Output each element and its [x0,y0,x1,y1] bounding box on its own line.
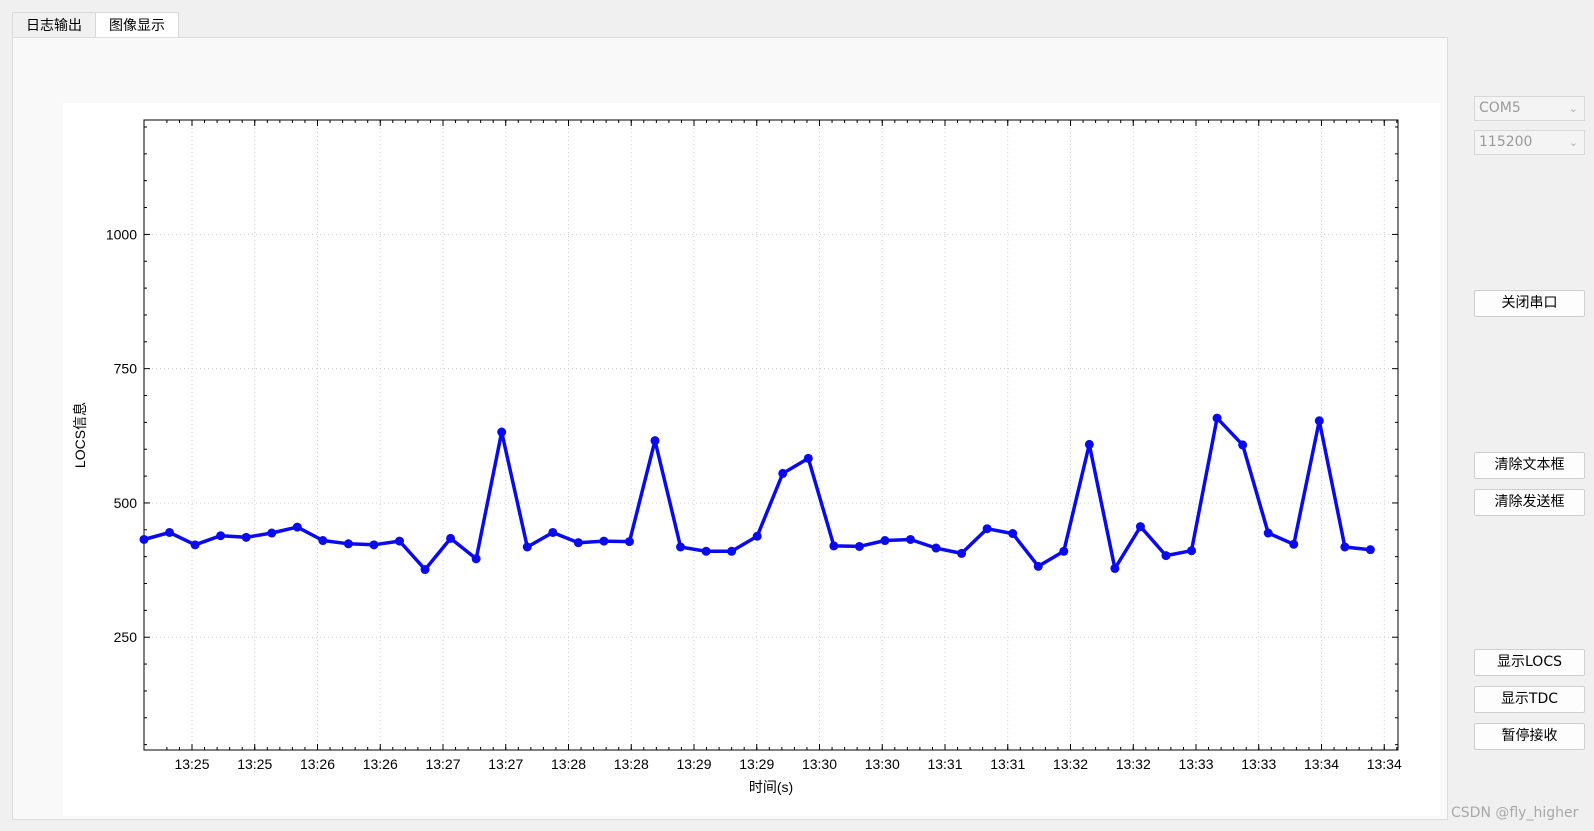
data-point [369,540,379,550]
plot-frame [143,119,1399,751]
x-tick-label: 13:31 [990,756,1025,772]
data-point [318,536,328,546]
data-point [1340,542,1350,552]
data-point [573,538,583,548]
data-point [727,546,737,556]
data-point [292,522,302,532]
clear-text-button[interactable]: 清除文本框 [1474,452,1585,479]
y-tick-label: 250 [114,629,138,645]
tick-layer [144,120,1398,750]
port-select[interactable]: COM5 ⌄ [1474,96,1585,121]
data-point [395,536,404,546]
data-point [1212,413,1222,423]
data-point [957,548,967,558]
data-point [1365,545,1375,555]
data-point [1110,563,1120,573]
x-tick-label: 13:28 [551,756,586,772]
x-tick-label: 13:30 [802,756,837,772]
data-point [880,536,890,546]
data-point [931,543,941,553]
data-point [1161,551,1171,561]
data-point [854,541,864,551]
tab-image-display[interactable]: 图像显示 [96,12,179,38]
plot-area: 250 500 750 1000 13:25 13:25 13:26 13:26 13:27 13… [63,103,1440,816]
x-axis-label: 时间(s) [749,779,793,795]
data-point [497,427,507,437]
data-point [165,527,175,537]
data-point [139,534,149,544]
data-point [190,540,200,550]
data-point [599,536,609,546]
data-point [1187,546,1197,556]
x-tick-label: 13:29 [739,756,774,772]
x-tick-label: 13:34 [1367,756,1402,772]
data-point [1238,440,1248,450]
show-locs-button[interactable]: 显示LOCS [1474,649,1585,676]
x-tick-label: 13:27 [425,756,460,772]
y-tick-label: 1000 [106,226,137,242]
x-tick-label: 13:26 [363,756,398,772]
data-point [906,534,915,544]
x-tick-label: 13:30 [865,756,900,772]
x-tick-label: 13:26 [300,756,335,772]
data-point [778,468,788,478]
data-point [1135,522,1145,532]
pause-receive-button[interactable]: 暂停接收 [1474,723,1585,750]
tab-panel: 250 500 750 1000 13:25 13:25 13:26 13:26 13:27 13… [12,37,1448,820]
data-point [216,531,226,541]
x-tick-label: 13:33 [1178,756,1213,772]
data-point [982,524,992,534]
series-layer [139,413,1375,575]
chevron-down-icon: ⌄ [1568,136,1578,149]
tab-log-output[interactable]: 日志输出 [12,12,96,38]
x-tick-label: 13:29 [676,756,711,772]
data-point [522,542,532,552]
data-point [1008,529,1018,539]
x-tick-label: 13:34 [1304,756,1339,772]
x-tick-label: 13:28 [614,756,649,772]
tab-bar: 日志输出 图像显示 [12,12,179,38]
data-point [829,541,839,551]
data-point [1084,439,1094,449]
data-point [548,527,558,537]
data-point [343,539,353,549]
data-point [241,532,251,542]
x-tick-label: 13:32 [1053,756,1088,772]
baud-select[interactable]: 115200 ⌄ [1474,130,1585,155]
x-tick-label: 13:33 [1241,756,1276,772]
y-tick-label: 500 [114,495,138,511]
data-point [752,531,762,541]
data-point [624,537,634,547]
y-tick-label: 750 [114,361,138,377]
data-point [1033,561,1043,571]
show-tdc-button[interactable]: 显示TDC [1474,686,1585,713]
data-point [1314,416,1324,426]
x-tick-label: 13:25 [174,756,209,772]
label-layer: 250 500 750 1000 13:25 13:25 13:26 13:26 13:27 13… [106,226,1402,772]
close-port-button[interactable]: 关闭串口 [1474,290,1585,317]
baud-select-value: 115200 [1479,134,1533,150]
port-select-value: COM5 [1479,100,1521,116]
locs-chart: 250 500 750 1000 13:25 13:25 13:26 13:26 13:27 13… [72,119,1402,795]
watermark: CSDN @fly_higher [1451,805,1579,821]
data-point [676,542,686,552]
data-point [1263,528,1273,538]
x-tick-label: 13:27 [488,756,523,772]
data-point [471,554,481,564]
x-tick-label: 13:32 [1116,756,1151,772]
x-tick-label: 13:25 [237,756,272,772]
data-point [420,565,430,575]
data-point [650,436,660,446]
clear-send-button[interactable]: 清除发送框 [1474,489,1585,516]
chevron-down-icon: ⌄ [1568,102,1578,115]
data-point [446,533,456,543]
y-axis-label: LOCS信息 [72,402,88,468]
grid-layer [144,120,1398,750]
data-point [1289,539,1299,549]
data-point [803,453,813,463]
data-point [267,528,277,538]
data-point [1059,546,1069,556]
data-point [701,546,711,556]
x-tick-label: 13:31 [927,756,962,772]
